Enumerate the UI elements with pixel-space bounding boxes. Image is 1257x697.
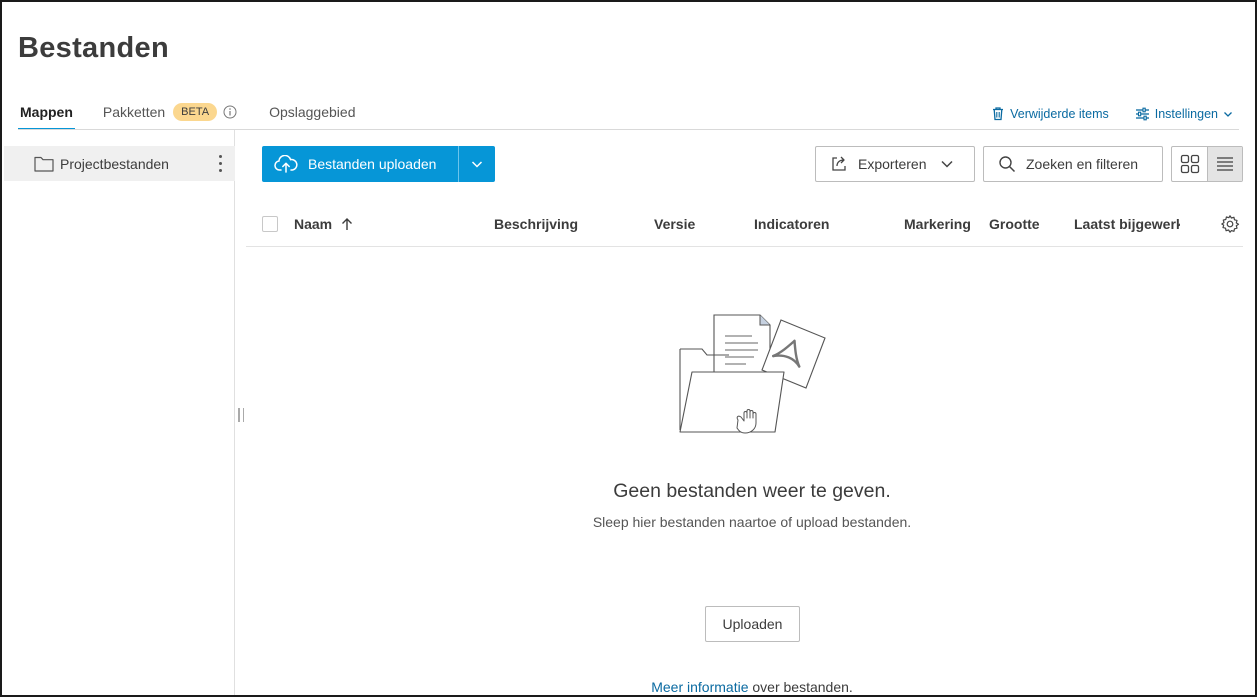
deleted-items-link[interactable]: Verwijderde items bbox=[991, 106, 1109, 121]
trash-icon bbox=[993, 107, 1004, 121]
empty-state-subtitle: Sleep hier bestanden naartoe of upload b… bbox=[592, 514, 912, 530]
tab-pakketten[interactable]: Pakketten BETA bbox=[103, 100, 237, 130]
folder-icon bbox=[34, 156, 54, 172]
page-title: Bestanden bbox=[18, 32, 169, 64]
chevron-down-icon bbox=[1224, 111, 1232, 117]
upload-files-main[interactable]: Bestanden uploaden bbox=[262, 146, 458, 182]
upload-button[interactable]: Uploaden bbox=[705, 606, 800, 642]
export-label: Exporteren bbox=[858, 156, 927, 172]
top-actions: Verwijderde items Instellingen bbox=[965, 106, 1233, 121]
deleted-items-label: Verwijderde items bbox=[1010, 106, 1109, 121]
more-info-suffix: over bestanden. bbox=[748, 679, 853, 695]
empty-state-title: Geen bestanden weer te geven. bbox=[613, 480, 891, 502]
chevron-down-icon bbox=[471, 161, 483, 168]
upload-files-label: Bestanden uploaden bbox=[308, 156, 437, 172]
column-header-indicatoren[interactable]: Indicatoren bbox=[754, 216, 829, 232]
tab-label: Mappen bbox=[20, 104, 73, 120]
upload-options-dropdown[interactable] bbox=[459, 146, 495, 182]
info-icon[interactable] bbox=[223, 105, 237, 119]
tab-mappen[interactable]: Mappen bbox=[18, 100, 75, 130]
column-label: Naam bbox=[294, 216, 333, 232]
column-header-beschrijving[interactable]: Beschrijving bbox=[494, 216, 578, 232]
sidebar-item-label: Projectbestanden bbox=[60, 155, 169, 172]
column-header-markering[interactable]: Markering bbox=[904, 216, 971, 232]
export-button[interactable]: Exporteren bbox=[815, 146, 975, 182]
select-all-checkbox[interactable] bbox=[262, 216, 278, 232]
search-filter-label: Zoeken en filteren bbox=[1026, 156, 1139, 172]
grid-view-button[interactable] bbox=[1172, 147, 1207, 181]
settings-menu[interactable]: Instellingen bbox=[1135, 107, 1233, 121]
tab-bar: Mappen Pakketten BETA Opslaggebied bbox=[18, 100, 387, 130]
settings-label: Instellingen bbox=[1154, 106, 1218, 121]
column-header-versie[interactable]: Versie bbox=[654, 216, 695, 232]
folder-sidebar: Projectbestanden bbox=[4, 130, 235, 695]
chevron-down-icon bbox=[941, 160, 954, 168]
app-window: Bestanden Mappen Pakketten BETA Opslagge… bbox=[0, 0, 1257, 697]
column-header-grootte[interactable]: Grootte bbox=[989, 216, 1040, 232]
sliders-icon bbox=[1135, 107, 1149, 120]
empty-folder-illustration bbox=[679, 314, 826, 434]
tab-opslaggebied[interactable]: Opslaggebied bbox=[269, 100, 355, 130]
table-header: Naam Beschrijving Versie Indicatoren Mar… bbox=[246, 200, 1243, 247]
sidebar-resize-handle[interactable] bbox=[238, 408, 244, 422]
list-icon bbox=[1217, 157, 1233, 171]
tab-label: Opslaggebied bbox=[269, 104, 356, 120]
sidebar-item-projectbestanden[interactable]: Projectbestanden bbox=[4, 146, 235, 181]
column-header-naam[interactable]: Naam bbox=[294, 216, 354, 232]
list-view-button[interactable] bbox=[1207, 147, 1242, 181]
search-icon bbox=[999, 156, 1016, 173]
cloud-upload-icon bbox=[274, 155, 298, 173]
more-info-link[interactable]: Meer informatie bbox=[651, 679, 748, 695]
export-icon bbox=[832, 156, 846, 171]
sort-arrow-up-icon bbox=[342, 218, 353, 230]
search-filter-button[interactable]: Zoeken en filteren bbox=[983, 146, 1163, 182]
more-info-text: Meer informatie over bestanden. bbox=[246, 679, 1255, 695]
upload-files-button[interactable]: Bestanden uploaden bbox=[262, 146, 495, 182]
column-header-laatst-bijgewerkt[interactable]: Laatst bijgewerkt bbox=[1074, 216, 1180, 232]
tab-label: Pakketten bbox=[102, 104, 166, 120]
beta-badge: BETA bbox=[173, 103, 218, 121]
grid-icon bbox=[1180, 154, 1199, 174]
gear-icon[interactable] bbox=[1220, 214, 1240, 234]
view-toggle bbox=[1171, 146, 1243, 182]
more-options-icon[interactable] bbox=[219, 155, 223, 172]
